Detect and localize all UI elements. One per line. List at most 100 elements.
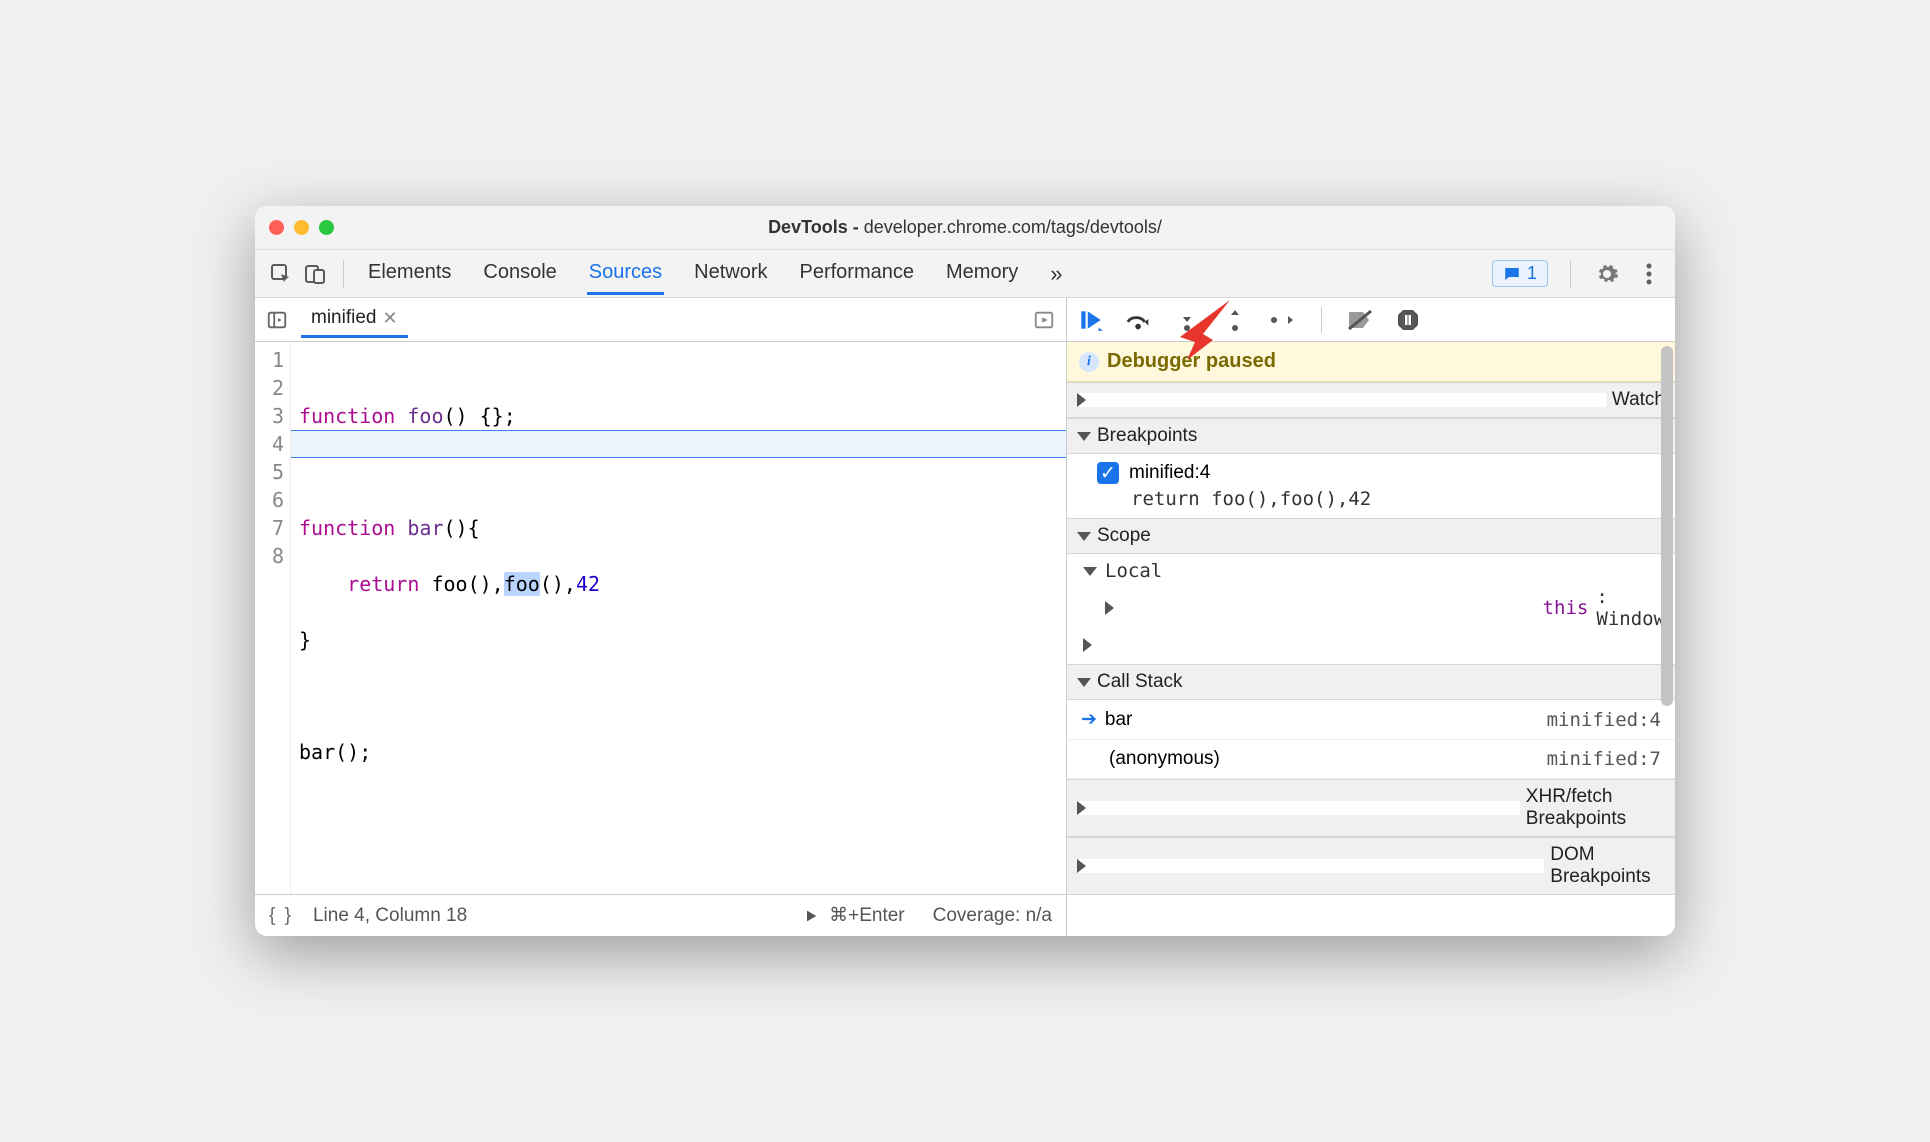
section-watch[interactable]: Watch xyxy=(1067,382,1675,418)
chat-icon xyxy=(1503,265,1521,283)
file-tab-minified[interactable]: minified ✕ xyxy=(301,301,408,338)
line-number[interactable]: 6 xyxy=(255,486,284,514)
callstack-frame[interactable]: ➔ bar minified:4 xyxy=(1067,700,1675,740)
scope-content: Local this: Window Global Window xyxy=(1067,554,1675,664)
breakpoint-code: return foo(),foo(),42 xyxy=(1131,488,1661,510)
section-label: Breakpoints xyxy=(1097,425,1197,447)
resume-icon[interactable] xyxy=(1077,306,1105,334)
tabs-overflow-icon[interactable]: » xyxy=(1048,253,1064,295)
code-token: return xyxy=(347,572,419,596)
scope-this[interactable]: this: Window xyxy=(1083,584,1665,632)
device-toggle-icon[interactable] xyxy=(301,260,329,288)
sources-panel: minified ✕ 1 2 3 4 5 6 7 8 function foo(… xyxy=(255,298,1067,936)
chevron-right-icon xyxy=(1105,601,1535,615)
step-over-icon[interactable] xyxy=(1125,306,1153,334)
scrollbar-thumb[interactable] xyxy=(1661,346,1673,706)
editor-statusbar: { } Line 4, Column 18 ⌘+Enter Coverage: … xyxy=(255,894,1066,936)
line-number[interactable]: 7 xyxy=(255,514,284,542)
issues-badge[interactable]: 1 xyxy=(1492,260,1548,287)
tab-memory[interactable]: Memory xyxy=(944,253,1020,295)
section-callstack[interactable]: Call Stack xyxy=(1067,664,1675,700)
panel-tabs: Elements Console Sources Network Perform… xyxy=(366,253,1064,295)
scope-global[interactable]: Global Window xyxy=(1083,632,1665,658)
more-menu-icon[interactable] xyxy=(1635,260,1663,288)
section-label: XHR/fetch Breakpoints xyxy=(1526,786,1665,830)
coverage-label: Coverage: n/a xyxy=(933,905,1052,927)
execution-line-highlight xyxy=(291,430,1066,458)
code-token xyxy=(299,572,347,596)
section-scope[interactable]: Scope xyxy=(1067,518,1675,554)
line-number[interactable]: 5 xyxy=(255,458,284,486)
chevron-right-icon xyxy=(1077,801,1520,815)
breakpoint-checkbox[interactable]: ✓ xyxy=(1097,462,1119,484)
breakpoint-label: minified:4 xyxy=(1129,462,1210,483)
chevron-right-icon xyxy=(1077,393,1606,407)
banner-text: Debugger paused xyxy=(1107,350,1276,373)
step-icon[interactable] xyxy=(1269,306,1297,334)
section-dom-breakpoints[interactable]: DOM Breakpoints xyxy=(1067,837,1675,895)
step-into-icon[interactable] xyxy=(1173,306,1201,334)
line-number[interactable]: 1 xyxy=(255,346,284,374)
section-label: Scope xyxy=(1097,525,1151,547)
callstack-frame[interactable]: (anonymous) minified:7 xyxy=(1067,740,1675,779)
frame-function: bar xyxy=(1105,709,1132,731)
code-token: function xyxy=(299,404,395,428)
scope-key: this xyxy=(1543,597,1589,619)
inspect-element-icon[interactable] xyxy=(267,260,295,288)
divider xyxy=(343,260,344,288)
chevron-down-icon xyxy=(1077,532,1091,541)
code-selection: foo xyxy=(504,572,540,596)
run-snippet-icon[interactable] xyxy=(1030,306,1058,334)
scope-local[interactable]: Local xyxy=(1083,558,1665,584)
close-tab-icon[interactable]: ✕ xyxy=(382,308,397,329)
run-shortcut: ⌘+Enter xyxy=(829,904,905,927)
titlebar: DevTools - developer.chrome.com/tags/dev… xyxy=(255,206,1675,250)
tab-console[interactable]: Console xyxy=(481,253,558,295)
pause-on-exceptions-icon[interactable] xyxy=(1394,306,1422,334)
cursor-position: Line 4, Column 18 xyxy=(313,905,467,927)
tab-sources[interactable]: Sources xyxy=(587,253,664,295)
code-token: (){ xyxy=(444,516,480,540)
tab-network[interactable]: Network xyxy=(692,253,769,295)
step-out-icon[interactable] xyxy=(1221,306,1249,334)
code-content[interactable]: function foo() {}; function bar(){ retur… xyxy=(291,342,1066,894)
code-token: } xyxy=(299,628,311,652)
deactivate-breakpoints-icon[interactable] xyxy=(1346,306,1374,334)
line-number[interactable]: 2 xyxy=(255,374,284,402)
debugger-toolbar xyxy=(1067,298,1675,342)
editor-tabbar: minified ✕ xyxy=(255,298,1066,342)
badge-count: 1 xyxy=(1527,263,1537,284)
scope-label: Local xyxy=(1105,560,1162,582)
main-toolbar: Elements Console Sources Network Perform… xyxy=(255,250,1675,298)
section-label: Watch xyxy=(1612,389,1665,411)
chevron-right-icon xyxy=(1077,859,1544,873)
code-token: bar xyxy=(395,516,443,540)
chevron-down-icon xyxy=(1083,567,1097,576)
line-number[interactable]: 3 xyxy=(255,402,284,430)
line-number[interactable]: 8 xyxy=(255,542,284,570)
code-token: foo(), xyxy=(419,572,503,596)
divider xyxy=(1321,307,1322,333)
line-number[interactable]: 4 xyxy=(255,430,284,458)
info-icon: i xyxy=(1079,352,1099,372)
tab-elements[interactable]: Elements xyxy=(366,253,453,295)
devtools-window: DevTools - developer.chrome.com/tags/dev… xyxy=(255,206,1675,936)
scrollbar[interactable] xyxy=(1659,342,1675,936)
play-icon[interactable] xyxy=(803,908,819,924)
code-token: 42 xyxy=(576,572,600,596)
section-breakpoints[interactable]: Breakpoints xyxy=(1067,418,1675,454)
code-editor[interactable]: 1 2 3 4 5 6 7 8 function foo() {}; funct… xyxy=(255,342,1066,894)
line-gutter: 1 2 3 4 5 6 7 8 xyxy=(255,342,291,894)
section-xhr-breakpoints[interactable]: XHR/fetch Breakpoints xyxy=(1067,779,1675,837)
tab-performance[interactable]: Performance xyxy=(798,253,917,295)
breakpoint-item[interactable]: ✓ minified:4 return foo(),foo(),42 xyxy=(1067,454,1675,518)
settings-icon[interactable] xyxy=(1593,260,1621,288)
pretty-print-icon[interactable]: { } xyxy=(269,905,293,927)
title-prefix: DevTools - xyxy=(768,217,864,237)
frame-location: minified:7 xyxy=(1547,748,1661,770)
show-navigator-icon[interactable] xyxy=(263,306,291,334)
code-token: function xyxy=(299,516,395,540)
chevron-right-icon xyxy=(1083,638,1675,652)
title-url: developer.chrome.com/tags/devtools/ xyxy=(864,217,1162,237)
section-label: DOM Breakpoints xyxy=(1550,844,1665,888)
